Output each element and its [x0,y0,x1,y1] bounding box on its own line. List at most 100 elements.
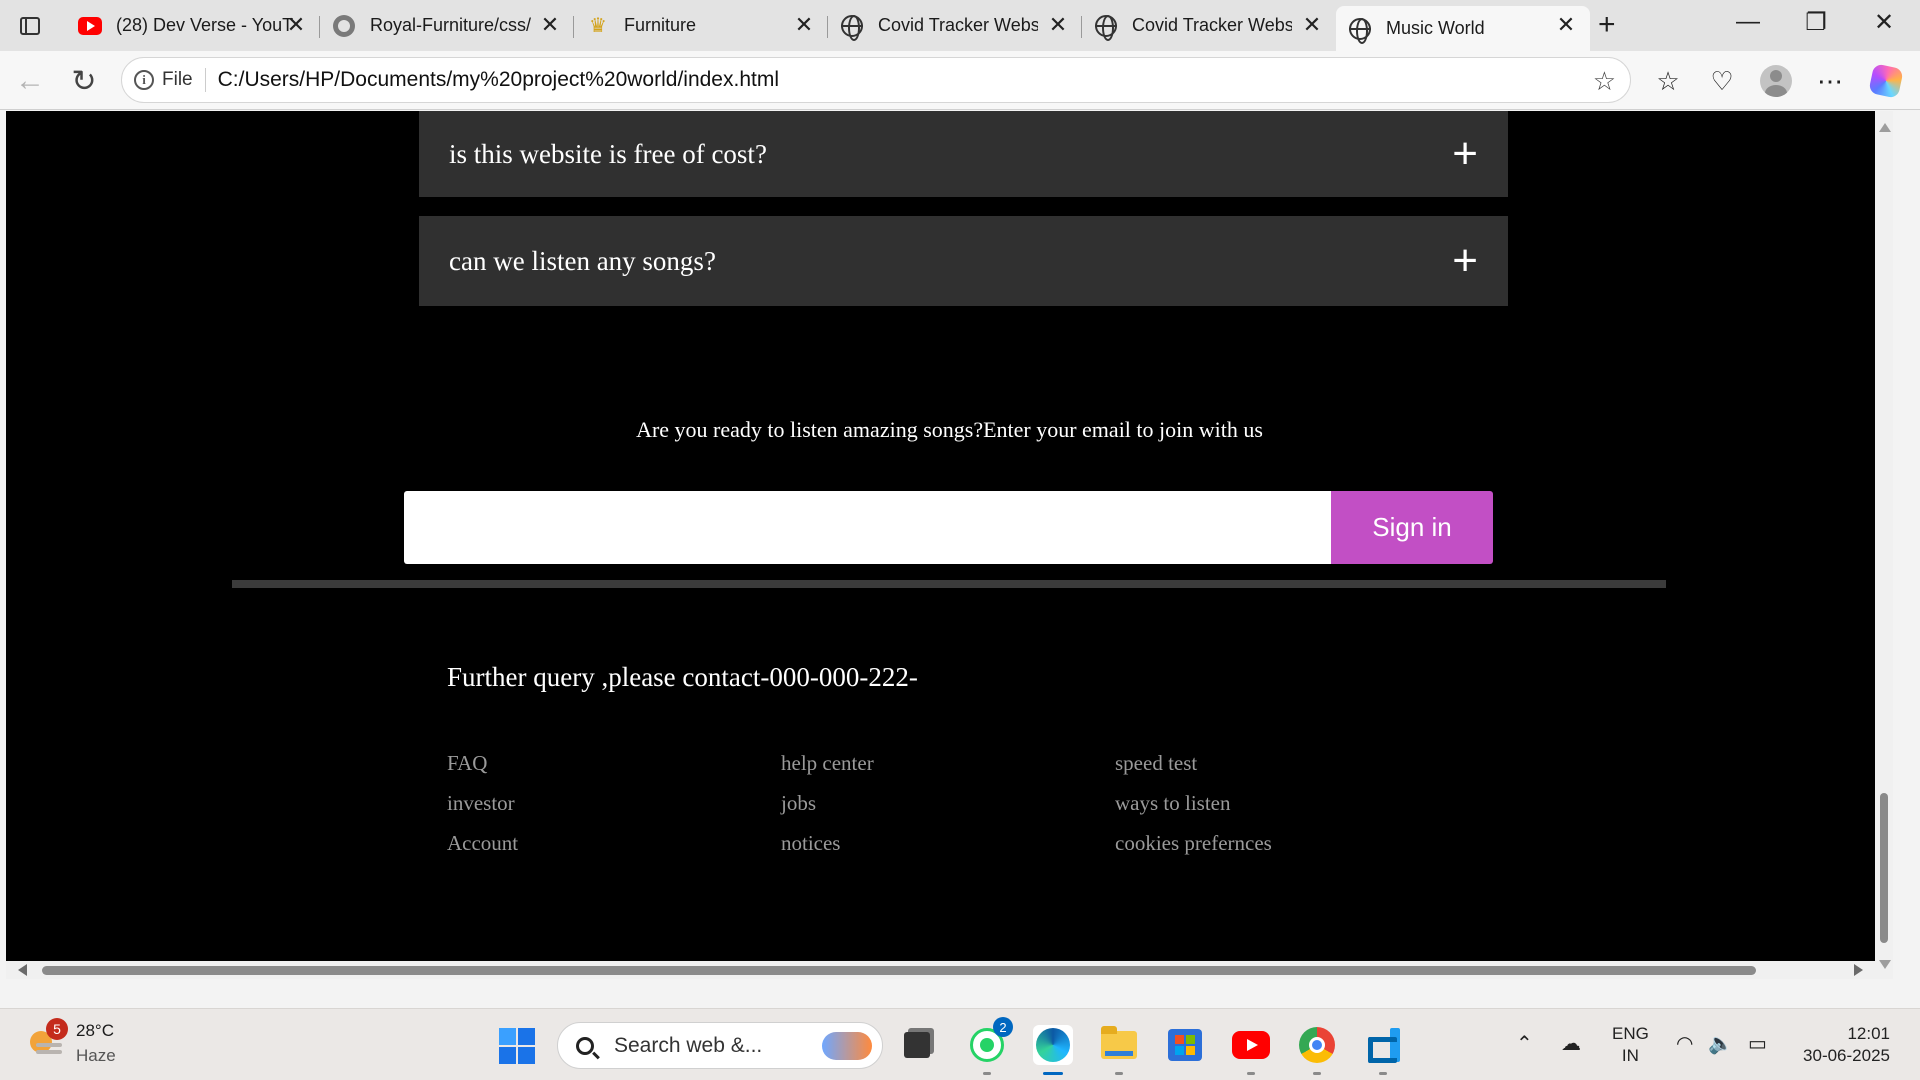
signup-form: Sign in [404,491,1493,564]
globe-icon [1094,14,1118,41]
footer-link-help-center[interactable]: help center [781,751,874,776]
taskbar-search[interactable]: Search web &... [557,1022,883,1069]
weather-temperature[interactable]: 28°C [76,1021,114,1041]
horizontal-scrollbar[interactable] [6,961,1875,979]
close-icon[interactable]: ✕ [286,14,306,36]
tab-covid-tracker-2[interactable]: Covid Tracker Website ✕ [1082,6,1336,45]
profile-avatar[interactable] [1758,63,1794,99]
tab-covid-tracker-1[interactable]: Covid Tracker Website ✕ [828,6,1082,45]
vertical-scrollbar[interactable] [1875,111,1893,979]
tab-title: Furniture [624,15,697,35]
faq-question: is this website is free of cost? [449,138,767,169]
plus-icon[interactable]: + [1452,132,1478,176]
whatsapp-icon[interactable]: 2 [967,1017,1013,1075]
task-view-icon[interactable] [897,1025,937,1065]
clock-date: 30-06-2025 [1803,1046,1890,1065]
tab-actions-icon[interactable] [14,10,46,42]
start-icon[interactable] [499,1028,535,1064]
battery-icon[interactable]: ▭ [1748,1031,1767,1056]
scroll-thumb[interactable] [42,966,1756,975]
clock[interactable]: 12:01 30-06-2025 [1790,1023,1890,1067]
footer-link-account[interactable]: Account [447,831,518,856]
search-highlight-icon [822,1032,872,1060]
footer-link-investor[interactable]: investor [447,791,515,816]
tab-title: Music World [1386,18,1485,38]
address-bar[interactable]: i File C:/Users/HP/Documents/my%20projec… [121,57,1631,103]
onedrive-icon[interactable]: ☁ [1561,1031,1581,1056]
sign-in-button[interactable]: Sign in [1331,491,1493,564]
info-icon[interactable]: i [134,70,154,90]
scroll-down-icon[interactable] [1879,960,1891,969]
tab-music-world[interactable]: Music World ✕ [1336,6,1590,51]
favorite-star-icon[interactable]: ☆ [1593,66,1616,97]
tab-title: Covid Tracker Website [878,15,1038,35]
youtube-icon [78,14,102,38]
close-icon[interactable]: ✕ [540,14,560,36]
copilot-icon[interactable] [1868,63,1904,99]
youtube-icon[interactable] [1231,1025,1271,1075]
close-icon[interactable]: ✕ [794,14,814,36]
github-icon [332,14,356,38]
browser-essentials-icon[interactable]: ♡ [1704,63,1740,99]
search-icon [576,1036,594,1055]
scroll-left-icon[interactable] [18,964,27,976]
faq-item[interactable]: can we listen any songs? + [419,216,1508,306]
minimize-icon[interactable]: — [1728,8,1768,36]
close-icon[interactable]: ✕ [1048,14,1068,36]
taskbar: 5 28°C Haze Search web &... 2 ⌃ ☁ ENG IN… [0,1008,1920,1080]
volume-icon[interactable]: 🔈 [1708,1031,1733,1056]
tab-furniture[interactable]: ♛ Furniture ✕ [574,6,828,45]
url-text[interactable]: C:/Users/HP/Documents/my%20project%20wor… [218,68,779,92]
chevron-up-icon[interactable]: ⌃ [1516,1031,1533,1056]
notification-badge: 2 [993,1017,1013,1037]
crown-icon: ♛ [589,15,607,37]
footer-link-speed-test[interactable]: speed test [1115,751,1197,776]
close-icon[interactable]: ✕ [1556,14,1576,36]
tab-title: (28) Dev Verse - YouT [116,15,294,35]
cta-text: Are you ready to listen amazing songs?En… [636,417,1263,442]
region-code: IN [1621,1046,1639,1065]
store-icon[interactable] [1165,1025,1205,1065]
back-arrow-icon[interactable]: ← [12,63,48,99]
footer-divider [232,580,1666,588]
chrome-icon[interactable] [1297,1025,1337,1075]
favorites-icon[interactable]: ☆ [1650,63,1686,99]
notification-badge: 5 [46,1018,68,1040]
tab-strip: (28) Dev Verse - YouT ✕ Royal-Furniture/… [0,0,1920,51]
close-icon[interactable]: ✕ [1302,14,1322,36]
language-indicator[interactable]: ENG IN [1612,1023,1649,1067]
tab-title: Covid Tracker Website [1132,15,1292,35]
scroll-thumb[interactable] [1880,793,1888,943]
tab-title: Royal-Furniture/css/ [370,15,532,35]
scroll-right-icon[interactable] [1854,964,1863,976]
close-window-icon[interactable]: ✕ [1864,8,1904,37]
scroll-up-icon[interactable] [1879,123,1891,132]
footer-link-ways-to-listen[interactable]: ways to listen [1115,791,1231,816]
tab-github[interactable]: Royal-Furniture/css/ ✕ [320,6,574,45]
contact-text: Further query ,please contact-000-000-22… [447,662,918,692]
footer-link-jobs[interactable]: jobs [781,791,816,816]
footer-link-notices[interactable]: notices [781,831,840,856]
faq-question: can we listen any songs? [449,245,716,276]
plus-icon[interactable]: + [1452,239,1478,283]
faq-item[interactable]: is this website is free of cost? + [419,111,1508,197]
clock-time: 12:01 [1847,1024,1890,1043]
refresh-icon[interactable]: ↻ [66,63,102,99]
wifi-icon[interactable]: ◠ [1676,1031,1693,1056]
vscode-icon[interactable] [1363,1025,1403,1075]
page-viewport: is this website is free of cost? + can w… [6,111,1893,979]
file-explorer-icon[interactable] [1099,1025,1139,1075]
edge-icon[interactable] [1033,1025,1073,1075]
browser-toolbar: ← ↻ i File C:/Users/HP/Documents/my%20pr… [0,51,1920,110]
footer-link-faq[interactable]: FAQ [447,751,487,776]
scheme-label: File [162,69,193,90]
weather-condition[interactable]: Haze [76,1046,116,1066]
tab-youtube[interactable]: (28) Dev Verse - YouT ✕ [66,6,320,45]
footer-link-cookies-preferences[interactable]: cookies prefernces [1115,831,1272,856]
more-options-icon[interactable]: ⋯ [1812,63,1848,99]
email-input[interactable] [404,491,1331,564]
globe-icon [840,14,864,41]
restore-icon[interactable]: ❐ [1796,8,1836,37]
globe-icon [1348,17,1372,44]
new-tab-button[interactable]: + [1598,8,1616,42]
